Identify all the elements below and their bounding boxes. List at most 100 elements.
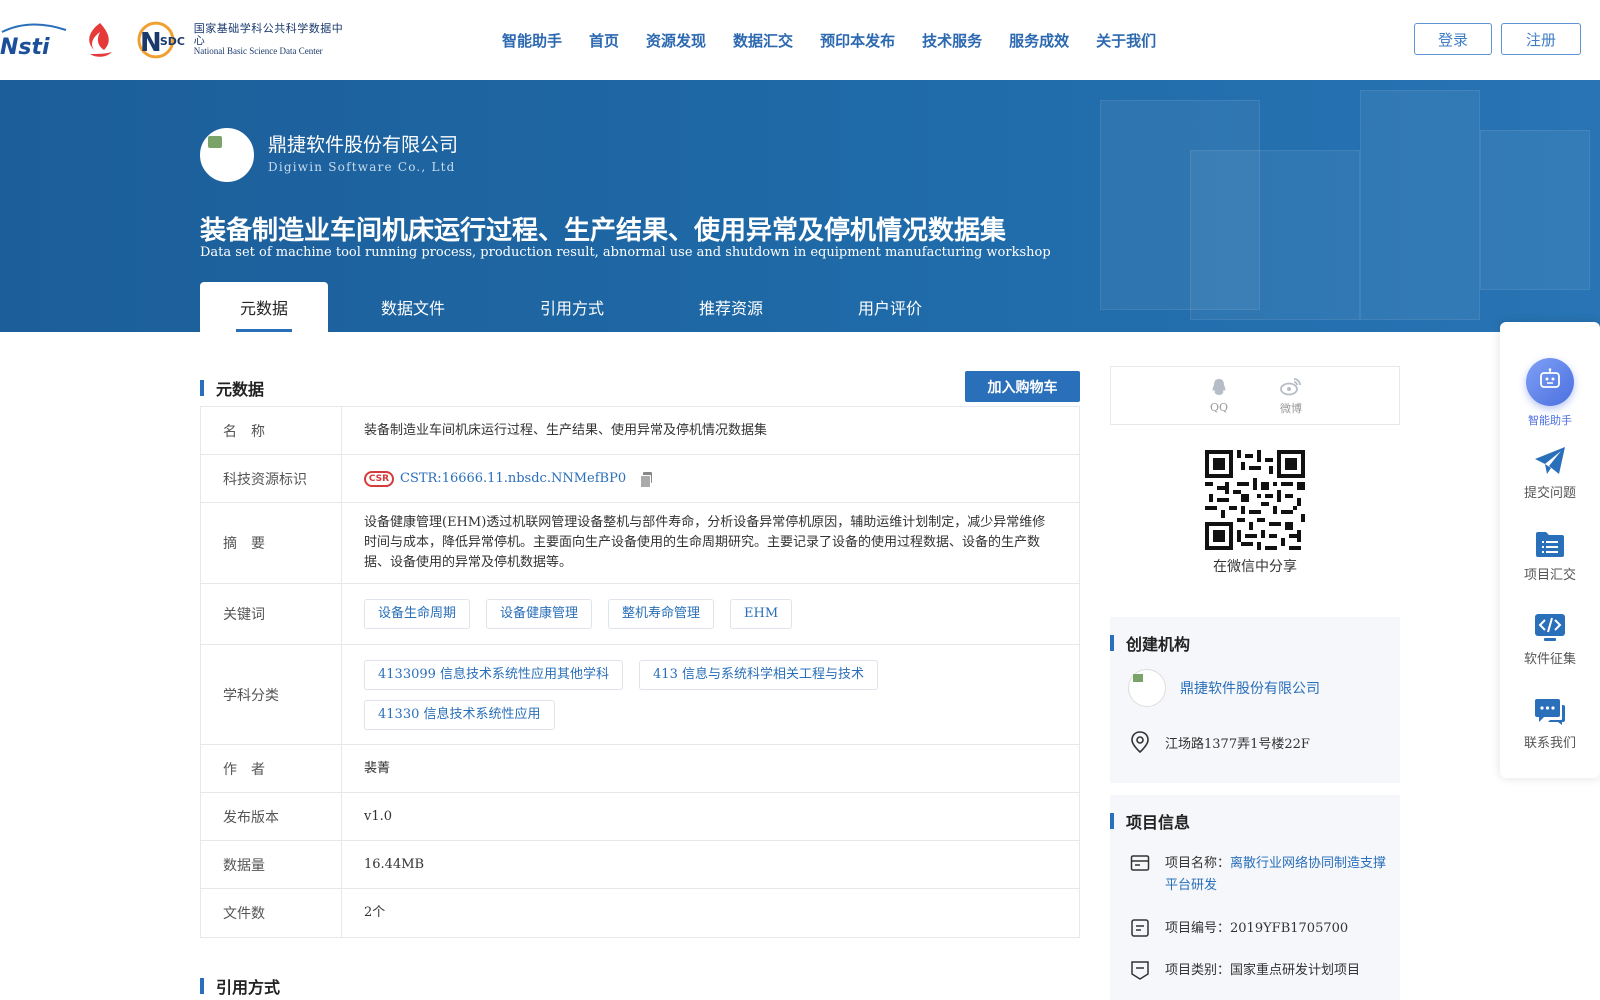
nav-home[interactable]: 首页 [589,30,619,51]
table-row: 学科分类 4133099 信息技术系统性应用其他学科 413 信息与系统科学相关… [201,645,1079,745]
float-project-submission[interactable]: 项目汇交 [1500,530,1600,583]
project-type-value: 国家重点研发计划项目 [1230,963,1361,978]
project-heading: 项目信息 [1110,809,1400,833]
org-name-en: Digiwin Software Co., Ltd [268,160,456,174]
nsti-logo[interactable]: Nsti [0,22,70,60]
nsdc-logo[interactable]: N SDC 国家基础学科公共科学数据中心 National Basic Scie… [134,20,354,60]
robot-icon [1526,358,1574,406]
subject-tag[interactable]: 41330 信息技术系统性应用 [364,699,555,730]
nsdc-name-en: National Basic Science Data Center [193,46,323,57]
nsdc-name-cn: 国家基础学科公共科学数据中心 [193,21,344,48]
register-button[interactable]: 注册 [1501,23,1581,55]
float-project-label: 项目汇交 [1523,568,1576,583]
nav-resource-discovery[interactable]: 资源发现 [646,30,706,51]
project-code-row: 项目编号： 2019YFB1705700 [1130,918,1348,940]
dataset-tabs: 元数据 数据文件 引用方式 推荐资源 用户评价 [200,282,964,332]
red-flame-logo[interactable] [80,20,120,60]
keyword-tag[interactable]: EHM [730,599,793,629]
wechat-qr-code [1205,450,1305,550]
nsdc-logo-mark: SDC [160,35,185,48]
nav-data-submission[interactable]: 数据汇交 [733,30,793,51]
tab-metadata[interactable]: 元数据 [200,282,328,332]
svg-text:N: N [140,28,162,58]
wechat-share-caption: 在微信中分享 [1213,559,1297,575]
data-size-value: 16.44MB [364,856,425,872]
nsti-logo-text: Nsti [0,35,50,60]
share-qq-button[interactable]: QQ [1183,367,1255,424]
subject-tag[interactable]: 413 信息与系统科学相关工程与技术 [639,659,878,690]
creator-address: 江场路1377弄1号楼22F [1165,736,1310,752]
project-code-value: 2019YFB1705700 [1230,921,1349,936]
row-label: 摘 要 [201,503,342,583]
tab-user-reviews[interactable]: 用户评价 [816,282,964,332]
dataset-name-value: 装备制造业车间机床运行过程、生产结果、使用异常及停机情况数据集 [364,422,768,438]
float-software-collection[interactable]: 软件征集 [1500,614,1600,667]
copy-icon[interactable] [640,471,653,488]
nav-about-us[interactable]: 关于我们 [1096,30,1156,51]
banner-decoration [1360,90,1480,320]
nav-tech-service[interactable]: 技术服务 [922,30,982,51]
project-card-icon [1130,855,1150,871]
project-code-icon [1131,919,1149,937]
keyword-tag[interactable]: 设备健康管理 [486,599,593,629]
dataset-title: 装备制造业车间机床运行过程、生产结果、使用异常及停机情况数据集 [200,216,1007,246]
tab-recommended[interactable]: 推荐资源 [646,282,816,332]
cstr-link[interactable]: CSTR:16666.11.nbsdc.NNMefBP0 [400,469,626,489]
table-row: 摘 要 设备健康管理(EHM)透过机联网管理设备整机与部件寿命，分析设备异常停机… [201,503,1079,584]
float-software-label: 软件征集 [1523,652,1576,667]
project-name-label: 项目名称： [1165,856,1231,871]
weibo-label: 微博 [1280,401,1302,415]
add-to-cart-button[interactable]: 加入购物车 [965,371,1080,402]
creator-heading: 创建机构 [1110,631,1400,655]
login-button[interactable]: 登录 [1414,23,1492,55]
keyword-tag[interactable]: 整机寿命管理 [608,599,715,629]
banner-decoration [1480,130,1590,290]
code-icon [1535,614,1565,641]
row-label: 文件数 [201,889,342,937]
org-name[interactable]: 鼎捷软件股份有限公司 [268,130,458,157]
creator-org-link[interactable]: 鼎捷软件股份有限公司 [1180,678,1320,698]
creator-org-logo [1128,669,1166,707]
paper-plane-icon [1535,447,1565,474]
subjects-cell: 4133099 信息技术系统性应用其他学科 413 信息与系统科学相关工程与技术… [342,645,1079,744]
floating-toolbar: 智能助手 提交问题 项目汇交 软件征集 联系我们 [1500,322,1600,778]
table-row: 关键词 设备生命周期 设备健康管理 整机寿命管理 EHM [201,584,1079,645]
project-type-icon [1131,961,1149,980]
row-label: 科技资源标识 [201,455,342,502]
row-label: 学科分类 [201,645,342,744]
keyword-tag[interactable]: 设备生命周期 [364,599,471,629]
version-value: v1.0 [364,808,393,824]
creator-org-row: 鼎捷软件股份有限公司 [1128,669,1320,707]
nav-service-results[interactable]: 服务成效 [1009,30,1069,51]
share-weibo-button[interactable]: 微博 [1255,367,1327,424]
folder-list-icon [1536,532,1564,557]
row-label: 作 者 [201,745,342,792]
float-contact-label: 联系我们 [1523,736,1576,751]
subject-tag[interactable]: 4133099 信息技术系统性应用其他学科 [364,659,624,690]
table-row: 数据量 16.44MB [201,841,1079,889]
org-logo [200,128,254,182]
row-label: 发布版本 [201,793,342,840]
tab-data-files[interactable]: 数据文件 [328,282,498,332]
float-ai-assistant[interactable]: 智能助手 [1500,358,1600,428]
float-submit-question[interactable]: 提交问题 [1500,446,1600,501]
project-type-label: 项目类别： [1165,963,1231,978]
nav-ai-assistant[interactable]: 智能助手 [502,30,562,51]
project-name-row: 项目名称：离散行业网络协同制造支撑平台研发 [1130,853,1390,897]
citation-heading: 引用方式 [200,974,280,998]
project-code-label: 项目编号： [1165,921,1231,936]
cstr-cell: CSR CSTR:16666.11.nbsdc.NNMefBP0 [342,455,1079,502]
nav-preprint[interactable]: 预印本发布 [820,30,895,51]
project-type-row: 项目类别： 国家重点研发计划项目 [1130,960,1360,982]
chat-bubble-icon [1535,699,1565,725]
cstr-logo: CSR [364,470,394,487]
float-submit-label: 提交问题 [1523,486,1576,501]
weibo-icon [1280,377,1301,395]
table-row: 作 者 裴菁 [201,745,1079,793]
main-nav: 智能助手 首页 资源发现 数据汇交 预印本发布 技术服务 服务成效 关于我们 [502,0,1183,80]
float-contact-us[interactable]: 联系我们 [1500,698,1600,751]
tab-citation[interactable]: 引用方式 [498,282,646,332]
abstract-value: 设备健康管理(EHM)透过机联网管理设备整机与部件寿命，分析设备异常停机原因，辅… [364,515,1046,570]
creator-panel: 创建机构 鼎捷软件股份有限公司 江场路1377弄1号楼22F [1110,617,1400,783]
float-ai-label: 智能助手 [1528,414,1572,427]
